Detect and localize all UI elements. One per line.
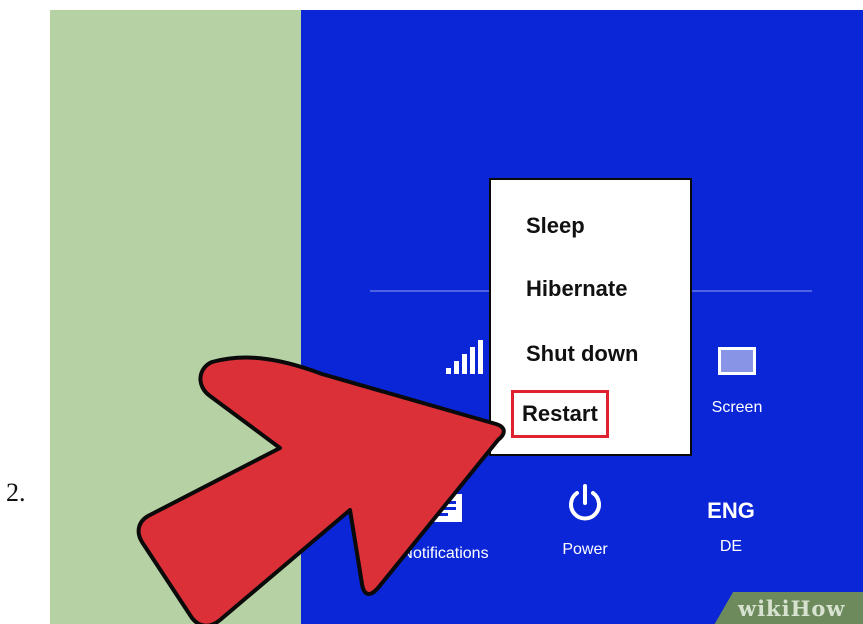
menu-item-shut-down[interactable]: Shut down (526, 341, 638, 367)
menu-item-hibernate[interactable]: Hibernate (526, 276, 627, 302)
screen-label: Screen (711, 399, 763, 416)
menu-item-sleep[interactable]: Sleep (526, 213, 585, 239)
power-label: Power (562, 541, 608, 558)
arrow-pointer-icon (136, 355, 506, 624)
power-icon (569, 484, 601, 521)
language-region: DE (719, 538, 743, 555)
language-tile[interactable]: ENG DE (686, 498, 776, 556)
step-number: 2. (6, 478, 26, 507)
language-code: ENG (707, 498, 755, 523)
menu-item-restart[interactable]: Restart (511, 390, 609, 438)
screen-icon (718, 347, 756, 375)
watermark-logo: wikiHow (738, 596, 846, 621)
screen-tile[interactable]: Screen (692, 346, 782, 417)
screenshot-frame: Screen Notifications Power ENG DE Sleep … (50, 10, 863, 624)
power-tile[interactable]: Power (530, 484, 640, 559)
